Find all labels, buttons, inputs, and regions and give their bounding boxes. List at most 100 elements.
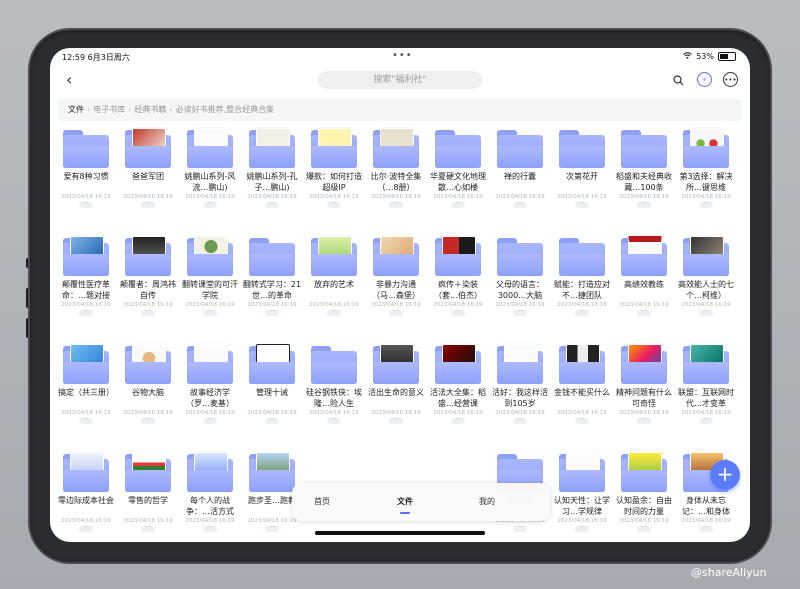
folder-more-icon[interactable]: ··· bbox=[451, 201, 465, 208]
folder-item[interactable]: 比尔·波特全集（…8册） 2023/04/18 16:19 ··· bbox=[366, 128, 426, 208]
folder-more-icon[interactable]: ··· bbox=[575, 201, 589, 208]
folder-item[interactable]: 颠覆者：周鸿祎自传 2023/04/18 16:19 ··· bbox=[118, 236, 178, 316]
folder-more-icon[interactable]: ··· bbox=[79, 525, 93, 532]
folder-item[interactable]: 活法大全集：稻盛…经营课 2023/04/18 16:19 ··· bbox=[428, 344, 488, 424]
folder-more-icon[interactable]: ··· bbox=[575, 417, 589, 424]
folder-item[interactable]: 爱有8种习惯 2023/04/18 16:19 ··· bbox=[56, 128, 116, 208]
breadcrumb-item[interactable]: 必读好书推荐,整合经典合集 bbox=[176, 105, 275, 114]
transfer-icon[interactable]: ⚡ bbox=[697, 72, 712, 87]
folder-more-icon[interactable]: ··· bbox=[203, 201, 217, 208]
folder-item[interactable]: 姚鹏山系列-风流…鹏山) 2023/04/18 16:19 ··· bbox=[180, 128, 240, 208]
folder-more-icon[interactable]: ··· bbox=[79, 417, 93, 424]
folder-more-icon[interactable]: ··· bbox=[327, 417, 341, 424]
add-button[interactable]: + bbox=[710, 460, 740, 490]
folder-more-icon[interactable]: ··· bbox=[203, 417, 217, 424]
folder-item[interactable]: 疯传＋染装（套…伯杰） 2023/04/18 16:19 ··· bbox=[428, 236, 488, 316]
tab-files[interactable]: 文件 bbox=[397, 496, 413, 507]
folder-more-icon[interactable]: ··· bbox=[513, 201, 527, 208]
folder-item[interactable]: 颠覆性医疗革命：…题对接 2023/04/18 16:19 ··· bbox=[56, 236, 116, 316]
breadcrumb-item[interactable]: 经典书籍 bbox=[134, 105, 166, 114]
folder-more-icon[interactable]: ··· bbox=[699, 309, 713, 316]
folder-more-icon[interactable]: ··· bbox=[637, 417, 651, 424]
folder-item[interactable]: 管理十诫 2023/04/18 16:19 ··· bbox=[242, 344, 302, 424]
folder-more-icon[interactable]: ··· bbox=[327, 201, 341, 208]
back-chevron-icon[interactable]: ‹ bbox=[66, 70, 72, 89]
folder-more-icon[interactable]: ··· bbox=[79, 201, 93, 208]
more-options-icon[interactable]: ••• bbox=[723, 72, 738, 87]
folder-more-icon[interactable]: ··· bbox=[389, 417, 403, 424]
folder-item[interactable]: 认知天性：让学习…学规律 2023/04/18 16:19 ··· bbox=[552, 452, 612, 532]
folder-item[interactable]: 精神问题有什么可奇怪 2023/04/18 16:19 ··· bbox=[614, 344, 674, 424]
folder-more-icon[interactable]: ··· bbox=[265, 525, 279, 532]
folder-item[interactable]: 放弃的艺术 2023/04/18 16:19 ··· bbox=[304, 236, 364, 316]
home-indicator[interactable] bbox=[315, 531, 485, 535]
folder-item[interactable]: 爸爸军团 2023/04/18 16:19 ··· bbox=[118, 128, 178, 208]
folder-more-icon[interactable]: ··· bbox=[637, 309, 651, 316]
folder-icon bbox=[371, 236, 421, 276]
multitask-dots[interactable]: ••• bbox=[392, 50, 413, 61]
folder-item[interactable]: 硅谷钢铁侠：埃隆…险人生 2023/04/18 16:19 ··· bbox=[304, 344, 364, 424]
folder-more-icon[interactable]: ··· bbox=[575, 309, 589, 316]
folder-item[interactable]: 认知盈余：自由时间的力量 2023/04/18 16:19 ··· bbox=[614, 452, 674, 532]
folder-more-icon[interactable]: ··· bbox=[265, 309, 279, 316]
folder-item[interactable]: 搞定（共三册） 2023/04/18 16:19 ··· bbox=[56, 344, 116, 424]
folder-more-icon[interactable]: ··· bbox=[699, 525, 713, 532]
folder-item[interactable]: 稻盛和夫经典收藏…100条 2023/04/18 16:19 ··· bbox=[614, 128, 674, 208]
folder-more-icon[interactable]: ··· bbox=[637, 525, 651, 532]
folder-icon bbox=[619, 236, 669, 276]
folder-item[interactable]: 华夏硬文化地理散…心如楼 2023/04/18 16:19 ··· bbox=[428, 128, 488, 208]
folder-more-icon[interactable]: ··· bbox=[389, 201, 403, 208]
folder-more-icon[interactable]: ··· bbox=[79, 309, 93, 316]
breadcrumb-item[interactable]: 电子书库 bbox=[93, 105, 125, 114]
folder-item[interactable]: 赋能：打造应对不…捷团队 2023/04/18 16:19 ··· bbox=[552, 236, 612, 316]
search-icon[interactable] bbox=[670, 72, 686, 88]
folder-more-icon[interactable]: ··· bbox=[451, 309, 465, 316]
folder-more-icon[interactable]: ··· bbox=[265, 201, 279, 208]
folder-item[interactable]: 姚鹏山系列-孔子…鹏山) 2023/04/18 16:19 ··· bbox=[242, 128, 302, 208]
folder-item[interactable]: 翻转课堂的可汗学院 2023/04/18 16:19 ··· bbox=[180, 236, 240, 316]
folder-more-icon[interactable]: ··· bbox=[327, 309, 341, 316]
folder-item[interactable]: 金钱不能买什么 2023/04/18 16:19 ··· bbox=[552, 344, 612, 424]
folder-more-icon[interactable]: ··· bbox=[141, 201, 155, 208]
folder-item[interactable]: 高绩效教练 2023/04/18 16:19 ··· bbox=[614, 236, 674, 316]
folder-item[interactable]: 零边际成本社会 2023/04/18 16:19 ··· bbox=[56, 452, 116, 532]
breadcrumb-root[interactable]: 文件 bbox=[68, 105, 84, 114]
folder-more-icon[interactable]: ··· bbox=[513, 525, 527, 532]
folder-item[interactable]: 活出生命的意义 2023/04/18 16:19 ··· bbox=[366, 344, 426, 424]
folder-more-icon[interactable]: ··· bbox=[699, 417, 713, 424]
folder-more-icon[interactable]: ··· bbox=[513, 417, 527, 424]
folder-more-icon[interactable]: ··· bbox=[451, 417, 465, 424]
folder-item[interactable]: 谷物大脑 2023/04/18 16:19 ··· bbox=[118, 344, 178, 424]
folder-item[interactable]: 联盟：互联网时代…才变革 2023/04/18 16:19 ··· bbox=[676, 344, 736, 424]
folder-more-icon[interactable]: ··· bbox=[141, 417, 155, 424]
folder-more-icon[interactable]: ··· bbox=[575, 525, 589, 532]
folder-more-icon[interactable]: ··· bbox=[637, 201, 651, 208]
folder-item[interactable]: 零售的哲学 2023/04/18 16:19 ··· bbox=[118, 452, 178, 532]
tab-mine[interactable]: 我的 bbox=[479, 496, 495, 507]
folder-more-icon[interactable]: ··· bbox=[265, 417, 279, 424]
folder-item[interactable]: 每个人的战争：…活方式 2023/04/18 16:19 ··· bbox=[180, 452, 240, 532]
folder-front bbox=[125, 254, 171, 276]
folder-more-icon[interactable]: ··· bbox=[203, 525, 217, 532]
tab-home[interactable]: 首页 bbox=[314, 496, 330, 507]
folder-more-icon[interactable]: ··· bbox=[141, 525, 155, 532]
folder-item[interactable]: 故事经济学（罗…麦基） 2023/04/18 16:19 ··· bbox=[180, 344, 240, 424]
folder-item[interactable]: 活好：我这样活到105岁 2023/04/18 16:19 ··· bbox=[490, 344, 550, 424]
search-input[interactable]: 搜索"福利社" bbox=[318, 71, 482, 89]
folder-name: 高效能人士的七个…柯维） bbox=[678, 280, 734, 300]
folder-icon bbox=[557, 128, 607, 168]
folder-item[interactable]: 父母的语言：3000…大脑 2023/04/18 16:19 ··· bbox=[490, 236, 550, 316]
folder-more-icon[interactable]: ··· bbox=[699, 201, 713, 208]
folder-item[interactable]: 非暴力沟通（马…森堡） 2023/04/18 16:19 ··· bbox=[366, 236, 426, 316]
folder-item[interactable]: 次第花开 2023/04/18 16:19 ··· bbox=[552, 128, 612, 208]
folder-item[interactable]: 第3选择：解决所…键思维 2023/04/18 16:19 ··· bbox=[676, 128, 736, 208]
folder-more-icon[interactable]: ··· bbox=[203, 309, 217, 316]
folder-more-icon[interactable]: ··· bbox=[389, 309, 403, 316]
folder-more-icon[interactable]: ··· bbox=[141, 309, 155, 316]
folder-item[interactable]: 爆款：如何打造超级IP 2023/04/18 16:19 ··· bbox=[304, 128, 364, 208]
folder-item[interactable]: 禅的行囊 2023/04/18 16:19 ··· bbox=[490, 128, 550, 208]
folder-more-icon[interactable]: ··· bbox=[513, 309, 527, 316]
folder-front bbox=[683, 254, 729, 276]
folder-item[interactable]: 高效能人士的七个…柯维） 2023/04/18 16:19 ··· bbox=[676, 236, 736, 316]
folder-item[interactable]: 翻转式学习：21世…的革命 2023/04/18 16:19 ··· bbox=[242, 236, 302, 316]
